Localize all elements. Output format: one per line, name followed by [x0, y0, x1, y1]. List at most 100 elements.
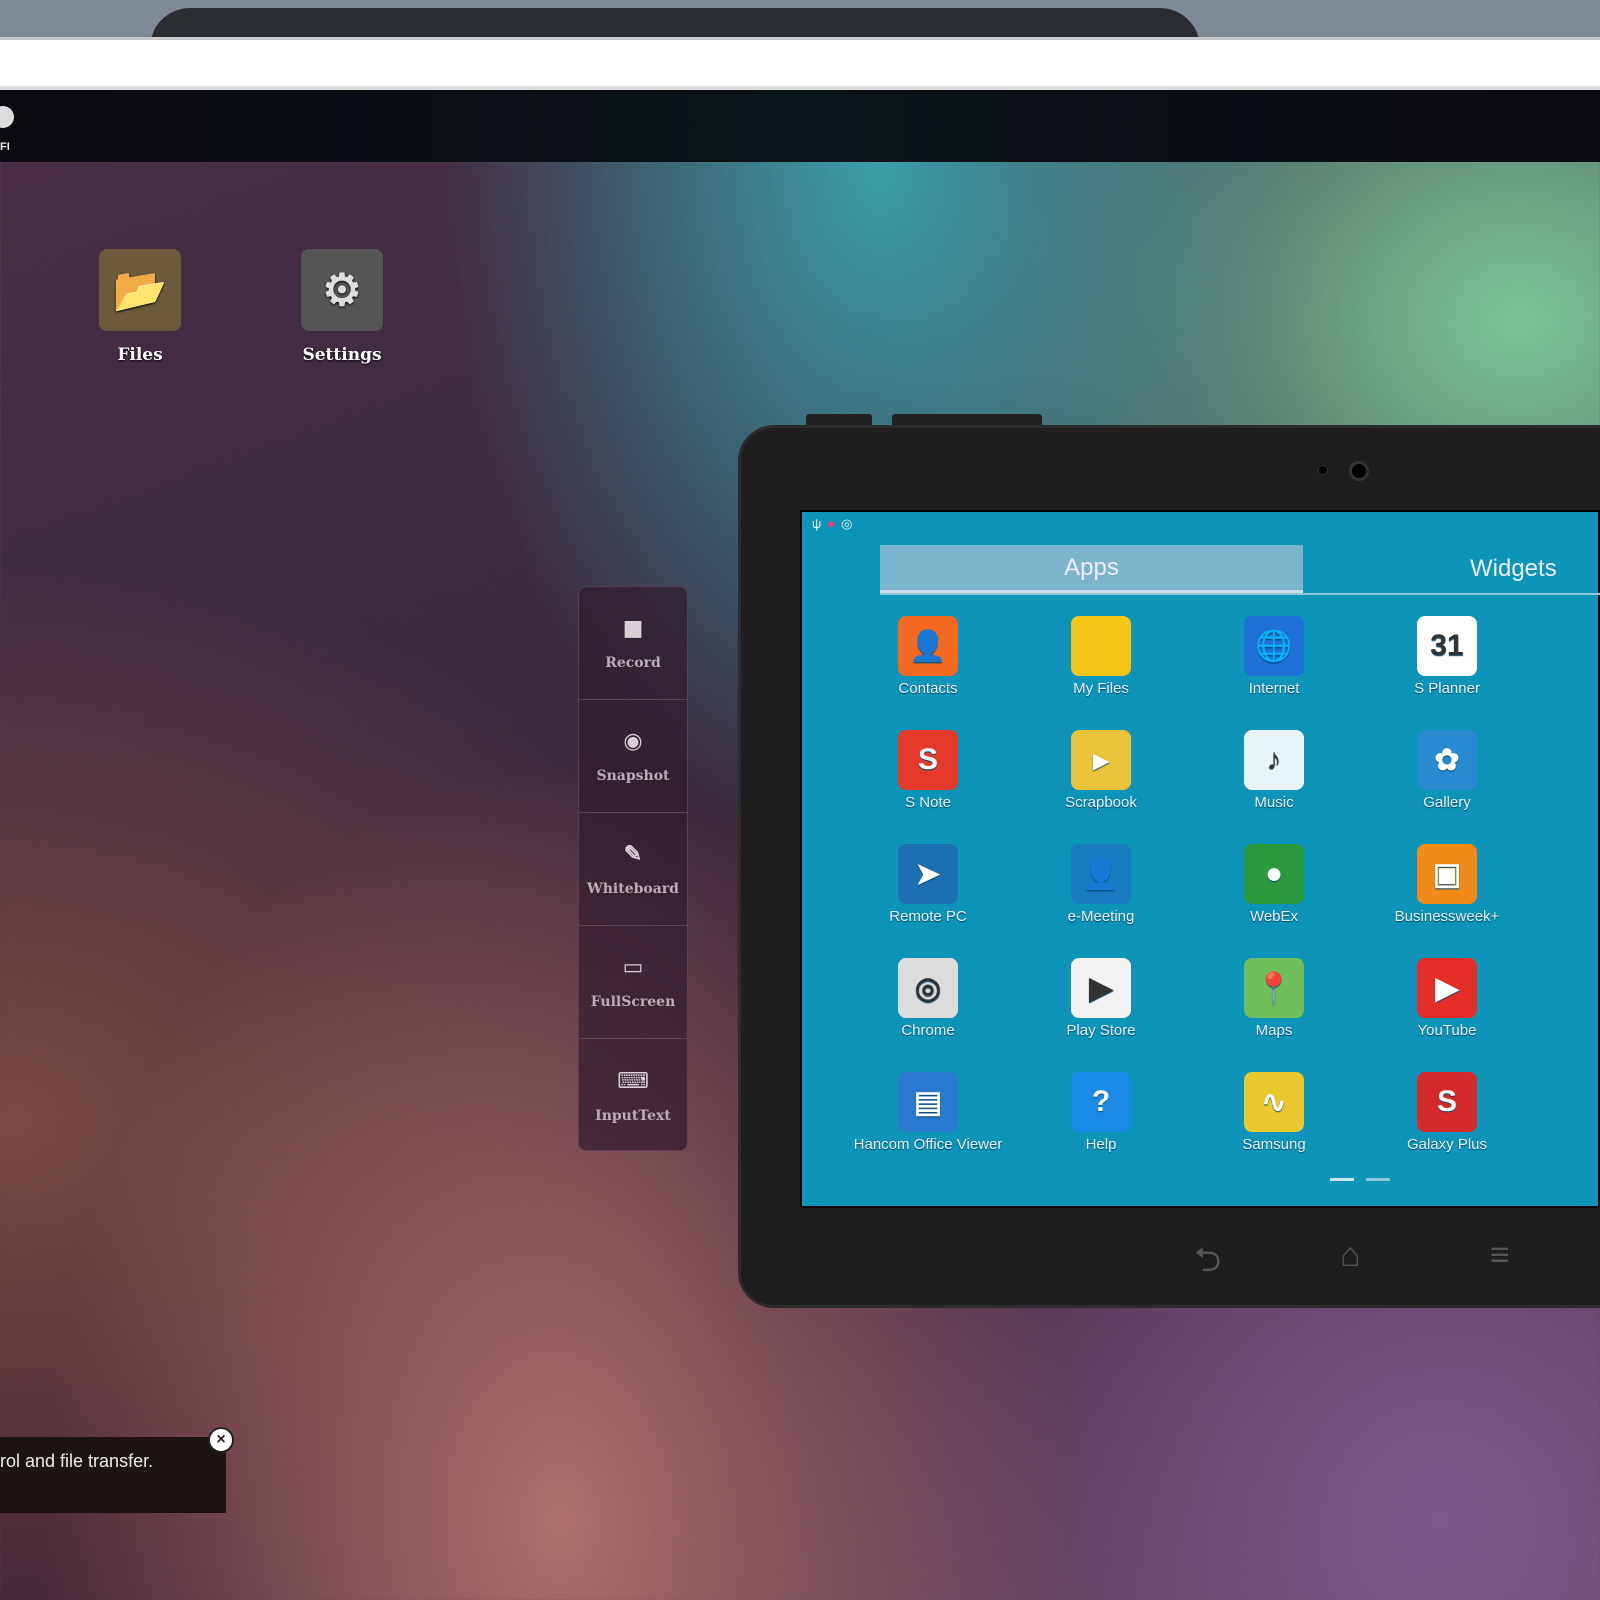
app-gallery[interactable]: ✿ Gallery — [1372, 730, 1522, 811]
record-label: Record — [605, 655, 661, 671]
app-e-meeting[interactable]: 👤 e-Meeting — [1026, 844, 1176, 925]
desktop-icon-files[interactable]: 📂 Files — [80, 249, 200, 365]
app-label: Gallery — [1423, 794, 1471, 811]
app-webex[interactable]: ● WebEx — [1199, 844, 1349, 925]
page-indicator-active — [1330, 1178, 1354, 1181]
app-label: Scrapbook — [1065, 794, 1137, 811]
tab-widgets[interactable]: Widgets — [1470, 545, 1557, 593]
app-icon — [1071, 616, 1131, 676]
gear-icon: ⚙ — [301, 249, 383, 331]
snapshot-button[interactable]: ◉ Snapshot — [579, 700, 687, 813]
notification-icon: ● — [827, 516, 836, 531]
camera-icon: ◉ — [623, 728, 643, 754]
app-chrome[interactable]: ◎ Chrome — [853, 958, 1003, 1039]
status-bar: ψ ● ◎ — [812, 516, 852, 532]
app-label: My Files — [1073, 680, 1129, 697]
app-youtube[interactable]: ▶ YouTube — [1372, 958, 1522, 1039]
app-label: Help — [1085, 1136, 1117, 1153]
tab-divider — [880, 593, 1600, 595]
desktop-icon-settings[interactable]: ⚙ Settings — [282, 249, 402, 365]
app-icon: ➤ — [898, 844, 958, 904]
app-icon: 📍 — [1244, 958, 1304, 1018]
home-button[interactable]: ⌂ — [1340, 1236, 1361, 1275]
app-label: Maps — [1255, 1022, 1293, 1039]
page-indicator[interactable] — [1366, 1178, 1390, 1181]
app-my-files[interactable]: My Files — [1026, 616, 1176, 697]
app-icon: ▸ — [1071, 730, 1131, 790]
side-toolbar: ■ Record ◉ Snapshot ✎ Whiteboard ▭ FullScree… — [578, 586, 688, 1151]
desktop-icon-label: Files — [117, 345, 163, 365]
toast-notification: rol and file transfer. — [0, 1437, 226, 1513]
folder-icon: 📂 — [99, 249, 181, 331]
app-label: Samsung — [1242, 1136, 1306, 1153]
keyboard-icon: ⌨ — [617, 1067, 649, 1094]
sensor-icon — [1318, 465, 1328, 475]
app-label: S Note — [905, 794, 951, 811]
front-camera-icon — [1349, 461, 1369, 481]
whiteboard-button[interactable]: ✎ Whiteboard — [579, 813, 687, 926]
back-button[interactable]: ⮌ — [1194, 1236, 1221, 1293]
app-label: Internet — [1248, 680, 1300, 697]
app-label: Music — [1254, 794, 1294, 811]
whiteboard-label: Whiteboard — [587, 881, 679, 897]
app-icon: ♪ — [1244, 730, 1304, 790]
app-remote-pc[interactable]: ➤ Remote PC — [853, 844, 1003, 925]
app-icon: S — [1417, 1072, 1477, 1132]
fullscreen-label: FullScreen — [590, 994, 676, 1010]
app-hancom-office-viewer[interactable]: ▤ Hancom Office Viewer — [853, 1072, 1003, 1153]
compass-icon: ◎ — [841, 516, 853, 531]
app-label: Contacts — [898, 680, 958, 697]
app-icon: ● — [1244, 844, 1304, 904]
app-label: Remote PC — [889, 908, 967, 925]
inputtext-button[interactable]: ⌨ InputText — [579, 1039, 687, 1152]
app-icon: 31 — [1417, 616, 1477, 676]
app-icon: S — [898, 730, 958, 790]
menu-button[interactable]: ≡ — [1490, 1236, 1510, 1275]
app-label: Businessweek+ — [1394, 908, 1500, 925]
fullscreen-button[interactable]: ▭ FullScreen — [579, 926, 687, 1039]
record-button[interactable]: ■ Record — [579, 587, 687, 700]
app-play-store[interactable]: ▶ Play Store — [1026, 958, 1176, 1039]
app-businessweek-[interactable]: ▣ Businessweek+ — [1372, 844, 1522, 925]
snapshot-label: Snapshot — [596, 768, 670, 784]
app-label: e-Meeting — [1067, 908, 1135, 925]
app-icon: 👤 — [1071, 844, 1131, 904]
app-galaxy-plus[interactable]: S Galaxy Plus — [1372, 1072, 1522, 1153]
video-camera-icon: ■ — [622, 615, 644, 641]
app-label: Galaxy Plus — [1406, 1136, 1488, 1153]
usb-icon: ψ — [812, 516, 822, 531]
app-icon: ▤ — [898, 1072, 958, 1132]
app-icon: ▶ — [1417, 958, 1477, 1018]
app-icon: ▣ — [1417, 844, 1477, 904]
app-contacts[interactable]: 👤 Contacts — [853, 616, 1003, 697]
app-icon: ✿ — [1417, 730, 1477, 790]
browser-tabstrip — [0, 0, 1600, 48]
tablet-screen[interactable]: ψ ● ◎ Apps Widgets 👤 Contacts My Files 🌐 Inter… — [800, 510, 1600, 1208]
app-icon: ◎ — [898, 958, 958, 1018]
app-samsung[interactable]: ∿ Samsung — [1199, 1072, 1349, 1153]
app-help[interactable]: ? Help — [1026, 1072, 1176, 1153]
app-scrapbook[interactable]: ▸ Scrapbook — [1026, 730, 1176, 811]
close-icon[interactable]: × — [208, 1427, 234, 1453]
monitor-icon: ▭ — [622, 954, 644, 980]
app-internet[interactable]: 🌐 Internet — [1199, 616, 1349, 697]
pencil-icon: ✎ — [623, 841, 643, 867]
toast-text: rol and file transfer. — [0, 1451, 154, 1471]
app-s-note[interactable]: S S Note — [853, 730, 1003, 811]
inputtext-label: InputText — [595, 1107, 671, 1124]
wifi-label: FI — [0, 141, 10, 153]
app-label: Hancom Office Viewer — [853, 1136, 1003, 1153]
app-label: S Planner — [1414, 680, 1480, 697]
app-icon: ? — [1071, 1072, 1131, 1132]
app-label: Play Store — [1066, 1022, 1136, 1039]
app-label: WebEx — [1249, 908, 1299, 925]
app-label: Chrome — [901, 1022, 955, 1039]
app-s-planner[interactable]: 31 S Planner — [1372, 616, 1522, 697]
desktop-icon-label: Settings — [302, 345, 382, 365]
app-maps[interactable]: 📍 Maps — [1199, 958, 1349, 1039]
app-icon: 👤 — [898, 616, 958, 676]
address-bar[interactable] — [0, 37, 1600, 90]
tab-apps[interactable]: Apps — [880, 545, 1303, 593]
app-icon: 🌐 — [1244, 616, 1304, 676]
app-music[interactable]: ♪ Music — [1199, 730, 1349, 811]
